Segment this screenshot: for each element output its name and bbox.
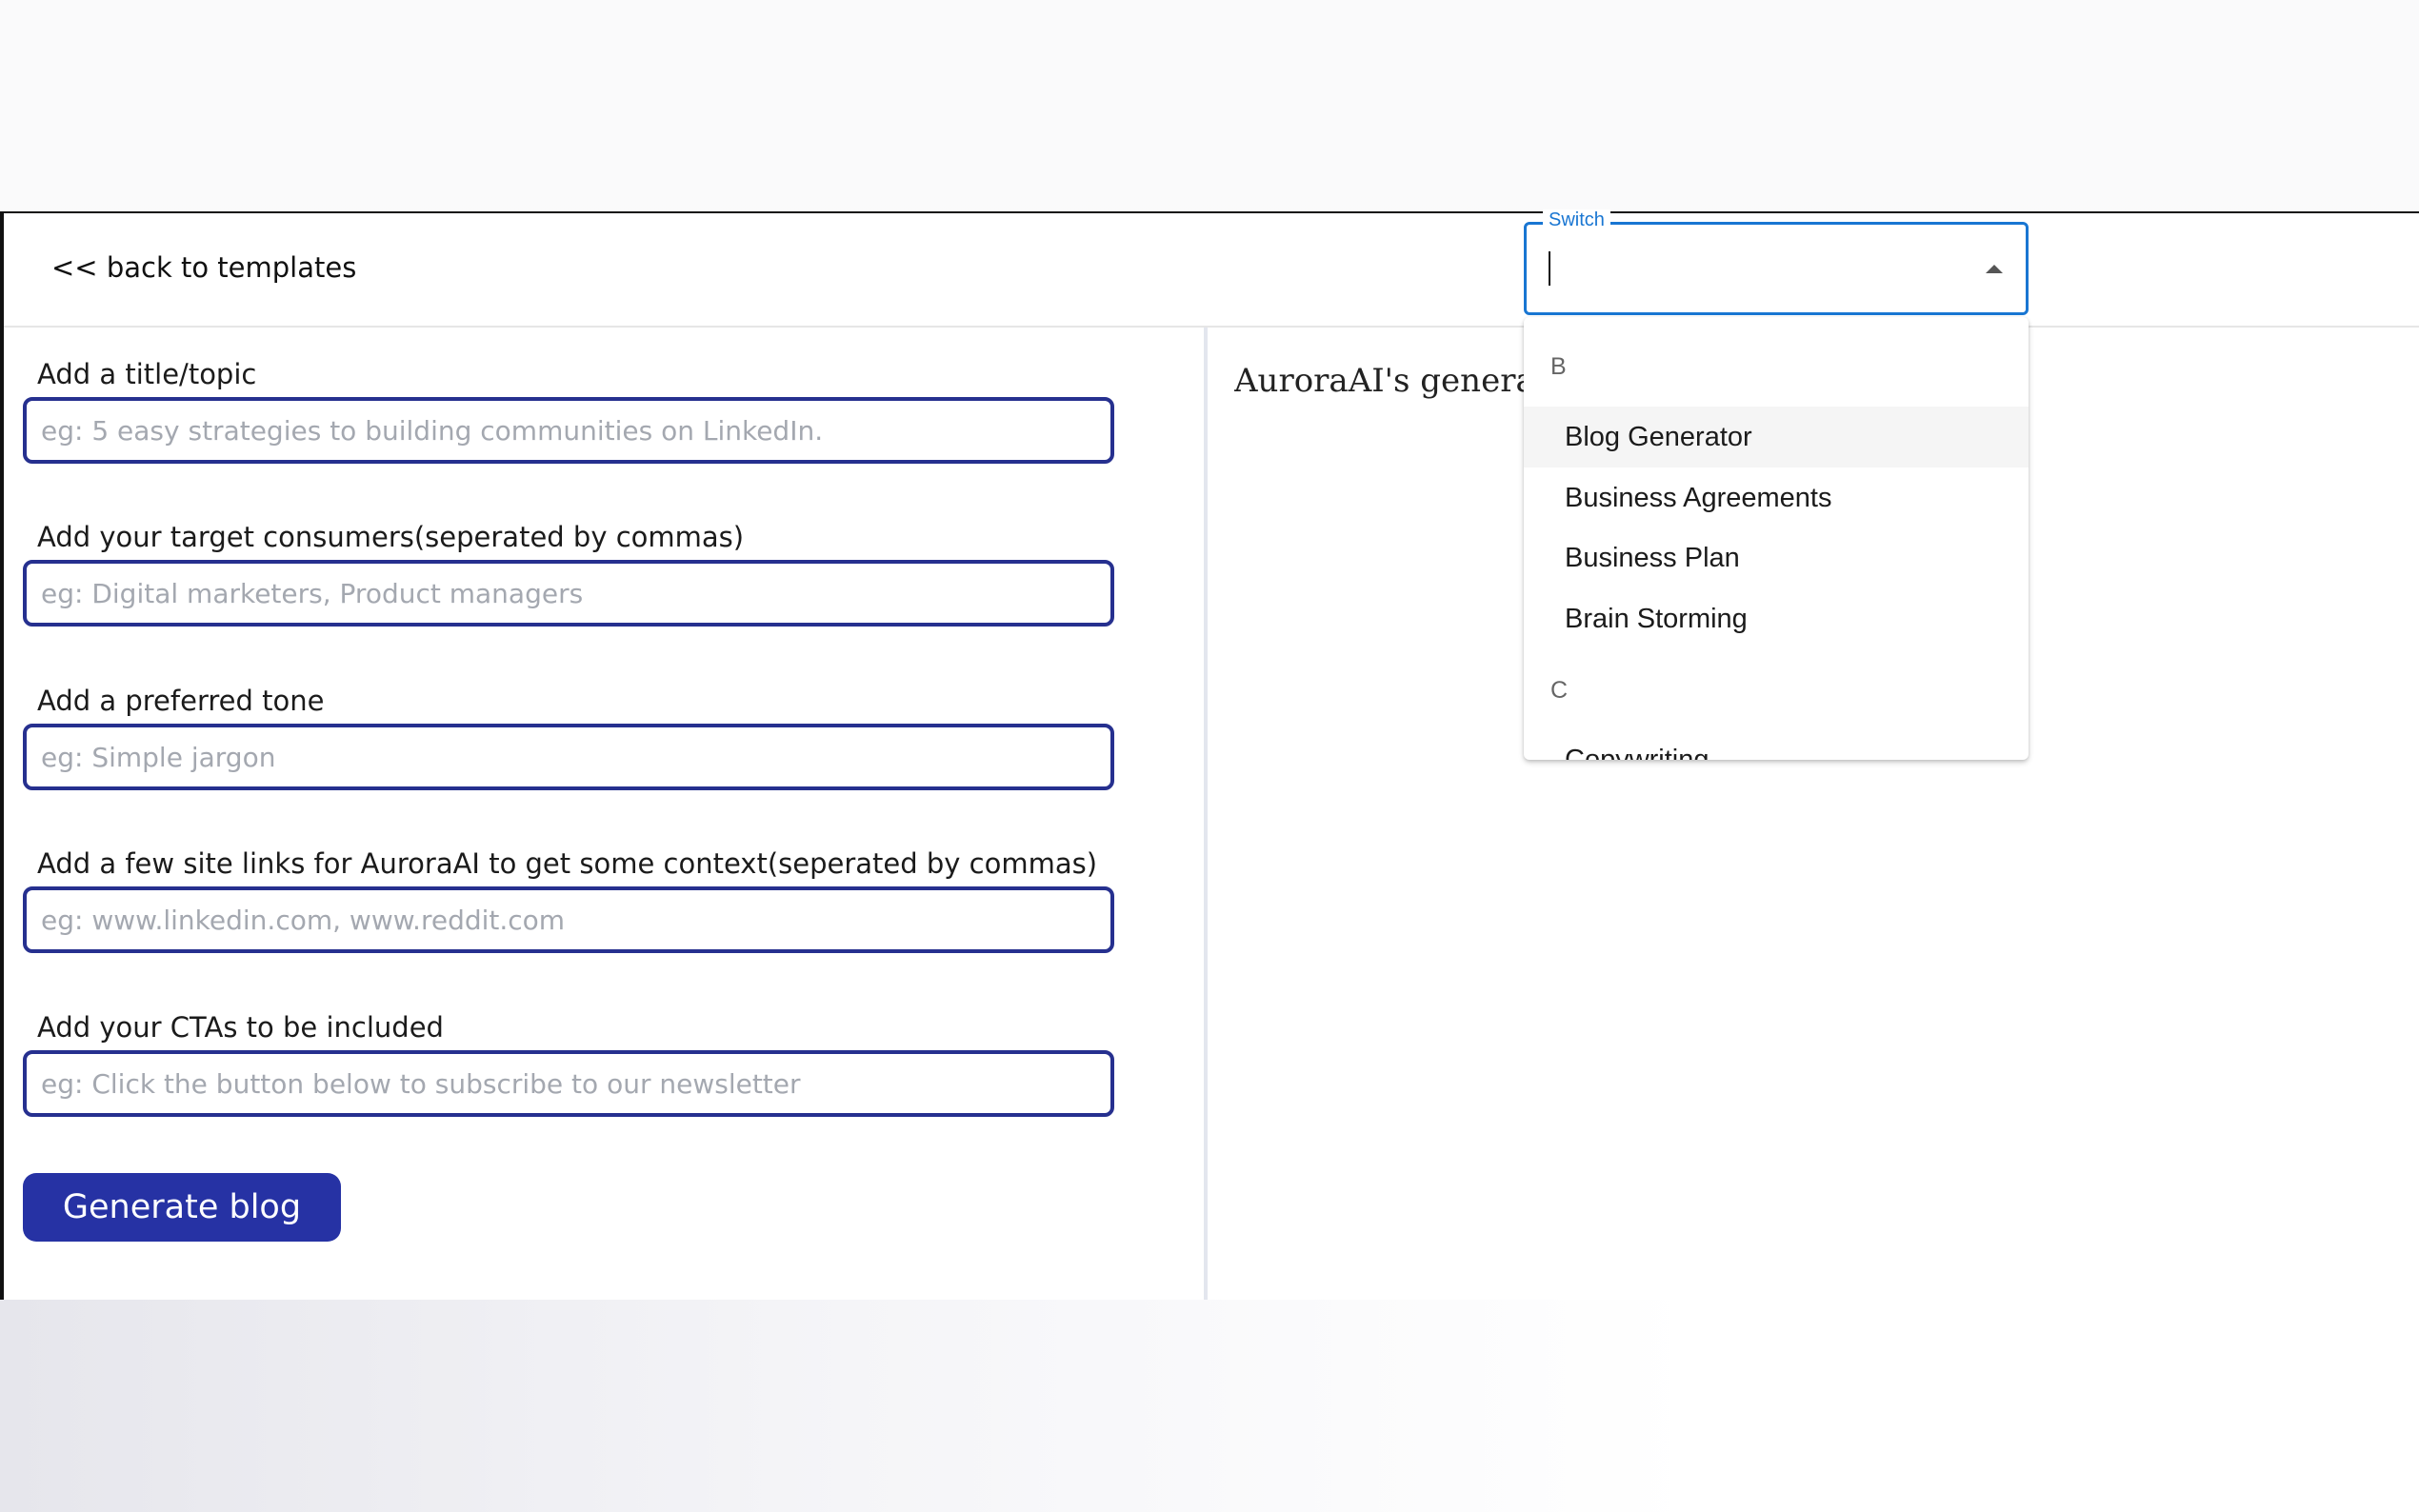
switch-select[interactable] xyxy=(1524,222,2029,315)
back-to-templates-link[interactable]: << back to templates xyxy=(51,251,356,284)
blog-form: Add a title/topic Add your target consum… xyxy=(4,328,1208,1300)
generate-blog-button[interactable]: Generate blog xyxy=(23,1173,341,1242)
option-business-plan[interactable]: Business Plan xyxy=(1524,527,2029,588)
group-header-c: C xyxy=(1550,677,1569,704)
text-caret xyxy=(1549,251,1550,286)
option-copywriting[interactable]: Copywriting xyxy=(1524,729,2029,760)
top-bar: << back to templates xyxy=(4,213,2419,328)
title-label: Add a title/topic xyxy=(37,358,257,390)
tone-input[interactable] xyxy=(23,724,1114,790)
title-input[interactable] xyxy=(23,397,1114,464)
switch-dropdown: B Blog Generator Business Agreements Bus… xyxy=(1524,317,2029,760)
tone-label: Add a preferred tone xyxy=(37,685,325,717)
ctas-label: Add your CTAs to be included xyxy=(37,1011,444,1044)
group-header-b: B xyxy=(1550,353,1567,380)
target-consumers-label: Add your target consumers(seperated by c… xyxy=(37,521,745,553)
option-business-agreements[interactable]: Business Agreements xyxy=(1524,468,2029,528)
app-window: << back to templates Add a title/topic A… xyxy=(0,211,2419,1300)
option-blog-generator[interactable]: Blog Generator xyxy=(1524,407,2029,468)
collapse-arrow-icon[interactable] xyxy=(1986,265,2003,273)
option-brain-storming[interactable]: Brain Storming xyxy=(1524,588,2029,649)
target-consumers-input[interactable] xyxy=(23,560,1114,627)
switch-input[interactable] xyxy=(1548,242,1951,297)
ctas-input[interactable] xyxy=(23,1050,1114,1117)
output-preview-text: AuroraAI's generati xyxy=(1234,362,1529,400)
page-background xyxy=(0,1300,2419,1512)
site-links-input[interactable] xyxy=(23,886,1114,953)
site-links-label: Add a few site links for AuroraAI to get… xyxy=(37,847,1098,880)
switch-label: Switch xyxy=(1543,209,1610,231)
